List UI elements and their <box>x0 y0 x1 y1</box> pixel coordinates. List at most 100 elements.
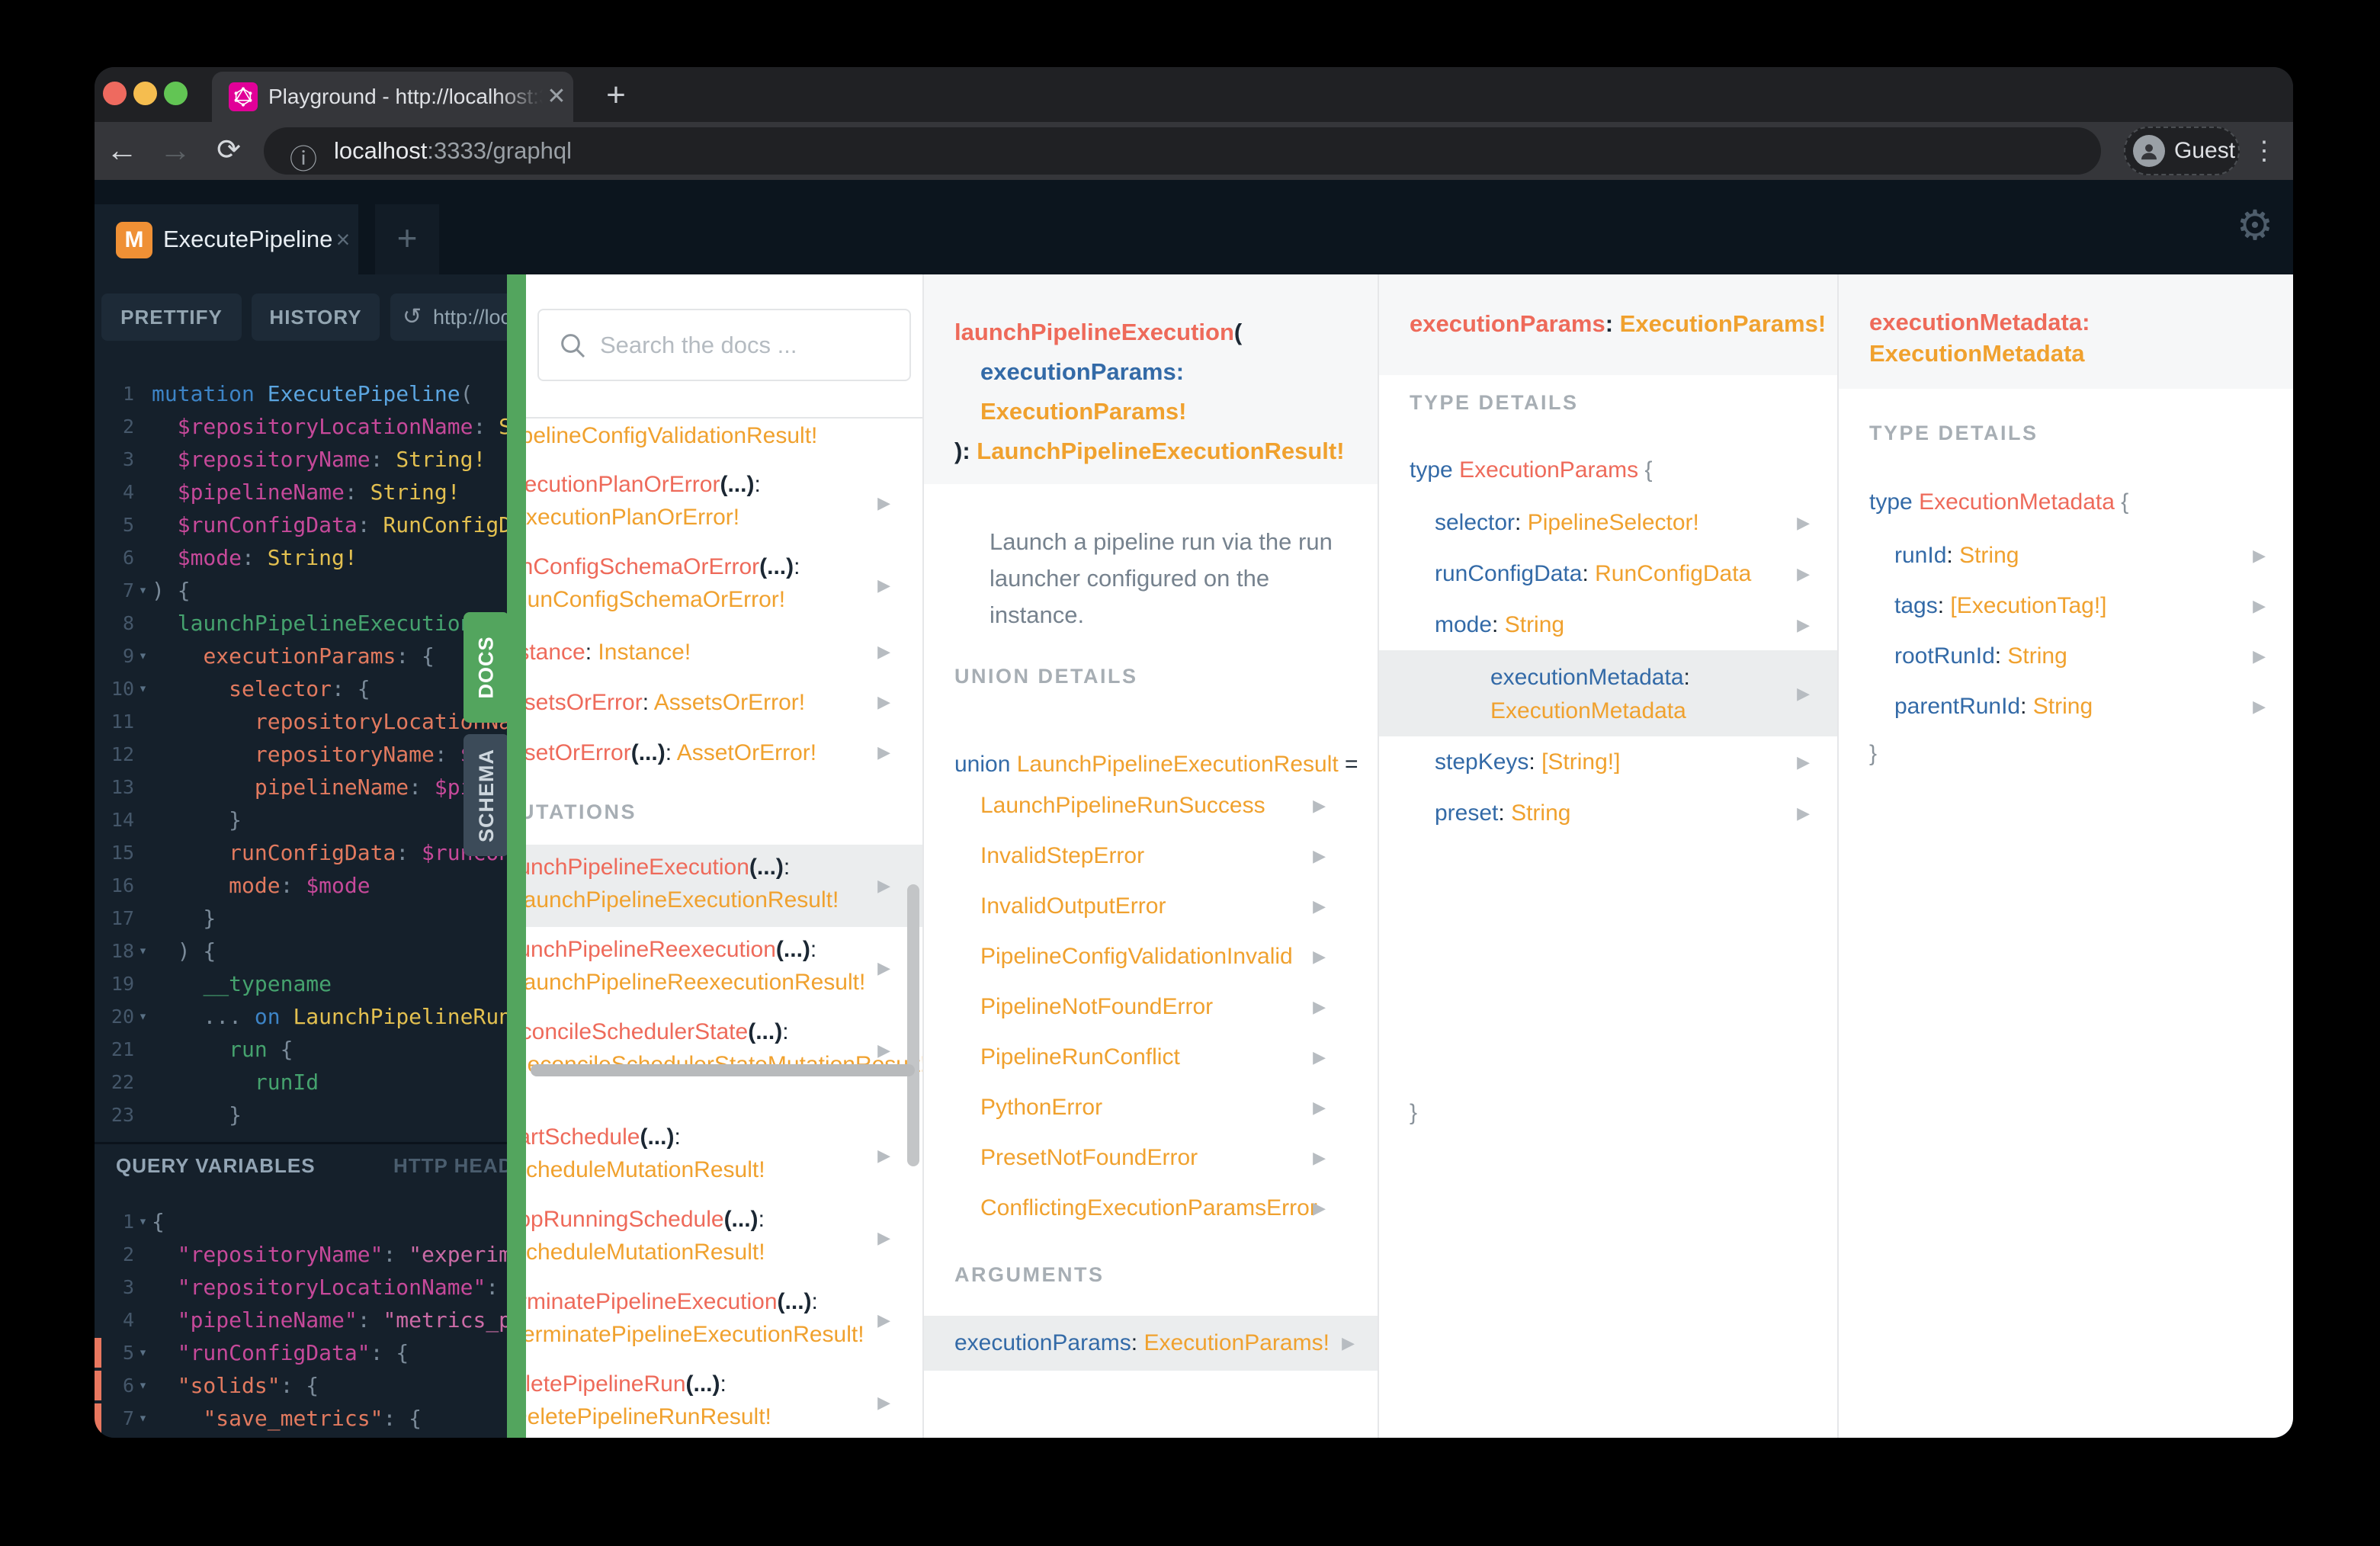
history-button[interactable]: HISTORY <box>252 293 380 341</box>
docs-field-runConfigData[interactable]: runConfigData: RunConfigData ▶ <box>1379 548 1837 599</box>
browser-tab[interactable]: Playground - http://localhost:3 ✕ <box>212 72 573 122</box>
docs-field-stepKeys[interactable]: stepKeys: [String!] ▶ <box>1379 736 1837 787</box>
code-line-20[interactable]: 20▾ ... on LaunchPipelineRunSuccess { <box>95 1000 507 1033</box>
query-editor[interactable]: 1 mutation ExecutePipeline(2 $repositoryL… <box>95 377 507 1131</box>
docs-item-launchPipelineReexecution[interactable]: launchPipelineReexecution(...): LaunchPip… <box>526 927 922 1009</box>
docs-horizontal-scrollbar[interactable] <box>531 1064 915 1076</box>
code-line-3[interactable]: 3 "repositoryLocationName": <box>95 1271 507 1304</box>
code-line-23[interactable]: 23 } <box>95 1099 507 1131</box>
minimize-window-button[interactable] <box>133 82 157 105</box>
reset-endpoint-icon[interactable]: ↺ <box>403 293 422 341</box>
docs-item-assetOrError[interactable]: assetOrError(...): AssetOrError!▶ <box>526 727 922 778</box>
address-bar[interactable]: ⓘ localhost:3333/graphql <box>264 127 2101 175</box>
tab-http-headers[interactable]: HTTP HEADERS <box>393 1149 507 1182</box>
browser-toolbar: ← → ⟳ ⓘ localhost:3333/graphql Guest ⋮ <box>95 122 2293 180</box>
docs-item-deletePipelineRun[interactable]: deletePipelineRun(...):DeletePipelineRun… <box>526 1362 922 1438</box>
code-line-5[interactable]: 5 $runConfigData: RunConfigData! <box>95 508 507 541</box>
docs-field-tags[interactable]: tags: [ExecutionTag!] ▶ <box>1839 581 2293 631</box>
docs-item-startSchedule[interactable]: startSchedule(...):ScheduleMutationResul… <box>526 1115 922 1197</box>
code-line-2[interactable]: 2 "repositoryName": "experim <box>95 1238 507 1271</box>
code-line-1[interactable]: 1 ▾{ <box>95 1205 507 1238</box>
code-line-10[interactable]: 10 ▾ selector: { <box>95 672 507 705</box>
playground-tab-executepipeline[interactable]: M ExecutePipeline × <box>95 204 358 274</box>
code-line-4[interactable]: 4 "pipelineName": "metrics_p <box>95 1304 507 1336</box>
docs-field-runId[interactable]: runId: String ▶ <box>1839 531 2293 581</box>
code-line-15[interactable]: 15 runConfigData: $runConfigData <box>95 836 507 869</box>
code-line-6[interactable]: 6 ▾ "solids": { <box>95 1369 507 1402</box>
union-member-InvalidOutputError[interactable]: InvalidOutputError ▶ <box>980 881 1378 932</box>
union-member-PipelineNotFoundError[interactable]: PipelineNotFoundError ▶ <box>980 982 1378 1032</box>
docs-item[interactable]: PipelineConfigValidationResult! <box>526 415 922 462</box>
code-line-12[interactable]: 12 repositoryName: $repositoryName <box>95 738 507 771</box>
tab-schema[interactable]: SCHEMA <box>463 734 509 856</box>
docs-pane-root: Search the docs ... PipelineConfigValida… <box>526 274 922 1438</box>
tab-query-variables[interactable]: QUERY VARIABLES <box>116 1149 316 1182</box>
union-member-ConflictingExecutionParamsError[interactable]: ConflictingExecutionParamsError ▶ <box>980 1183 1378 1233</box>
code-line-22[interactable]: 22 runId <box>95 1066 507 1099</box>
union-member-PythonError[interactable]: PythonError ▶ <box>980 1083 1378 1133</box>
code-line-7[interactable]: 7 ▾ "save_metrics": { <box>95 1402 507 1435</box>
profile-button[interactable]: Guest <box>2124 127 2240 175</box>
docs-resize-handle[interactable] <box>507 274 526 1438</box>
code-line-18[interactable]: 18 ▾ ) { <box>95 935 507 967</box>
docs-search-input[interactable]: Search the docs ... <box>537 309 911 381</box>
new-playground-tab-button[interactable]: + <box>375 204 439 274</box>
union-member-InvalidStepError[interactable]: InvalidStepError ▶ <box>980 831 1378 881</box>
playground-tab-title: ExecutePipeline <box>163 226 333 252</box>
chevron-right-icon: ▶ <box>877 642 890 661</box>
docs-field-mode[interactable]: mode: String ▶ <box>1379 599 1837 650</box>
close-window-button[interactable] <box>103 82 127 105</box>
tab-docs[interactable]: DOCS <box>463 612 509 723</box>
docs-item-assetsOrError[interactable]: assetsOrError: AssetsOrError!▶ <box>526 677 922 727</box>
code-line-6[interactable]: 6 $mode: String! <box>95 541 507 574</box>
code-line-11[interactable]: 11 repositoryLocationName: $repositoryLo… <box>95 705 507 738</box>
code-line-2[interactable]: 2 $repositoryLocationName: String! <box>95 410 507 443</box>
code-line-7[interactable]: 7 ▾) { <box>95 574 507 607</box>
code-line-9[interactable]: 9 ▾ executionParams: { <box>95 640 507 672</box>
code-line-8[interactable]: 8 launchPipelineExecution( <box>95 607 507 640</box>
code-line-3[interactable]: 3 $repositoryName: String! <box>95 443 507 476</box>
docs-item-launchPipelineExecution[interactable]: launchPipelineExecution(...):LaunchPipel… <box>526 845 922 927</box>
docs-item-stopRunningSchedule[interactable]: stopRunningSchedule(...):ScheduleMutatio… <box>526 1197 922 1279</box>
back-button[interactable]: ← <box>102 131 142 171</box>
endpoint-input[interactable]: ↺ http://localhost:3333/graphql <box>390 293 507 341</box>
union-member-LaunchPipelineRunSuccess[interactable]: LaunchPipelineRunSuccess ▶ <box>980 781 1378 831</box>
code-line-21[interactable]: 21 run { <box>95 1033 507 1066</box>
code-line-5[interactable]: 5 ▾ "runConfigData": { <box>95 1336 507 1369</box>
variables-divider[interactable] <box>95 1142 507 1144</box>
code-line-14[interactable]: 14 } <box>95 803 507 836</box>
browser-menu-button[interactable]: ⋮ <box>2249 130 2279 172</box>
new-tab-button[interactable]: + <box>599 79 633 113</box>
prettify-button[interactable]: PRETTIFY <box>101 293 242 341</box>
zoom-window-button[interactable] <box>164 82 188 105</box>
code-line-13[interactable]: 13 pipelineName: $pipelineName <box>95 771 507 803</box>
chevron-right-icon: ▶ <box>1797 614 1810 634</box>
docs-item-reconcileSchedulerState[interactable]: reconcileSchedulerState(...):ReconcileSc… <box>526 1009 922 1092</box>
union-member-PipelineRunConflict[interactable]: PipelineRunConflict ▶ <box>980 1032 1378 1083</box>
docs-item-executionParams-arg[interactable]: executionParams: ExecutionParams! ▶ <box>924 1316 1378 1371</box>
union-member-PipelineConfigValidationInvalid[interactable]: PipelineConfigValidationInvalid ▶ <box>980 932 1378 982</box>
union-member-PresetNotFoundError[interactable]: PresetNotFoundError ▶ <box>980 1133 1378 1183</box>
forward-button[interactable]: → <box>156 131 195 171</box>
close-playground-tab-icon[interactable]: × <box>328 224 358 255</box>
docs-field-selector[interactable]: selector: PipelineSelector! ▶ <box>1379 497 1837 548</box>
docs-item-instance[interactable]: instance: Instance!▶ <box>526 627 922 677</box>
docs-field-executionMetadata[interactable]: executionMetadata: ExecutionMetadata ▶ <box>1379 650 1837 736</box>
docs-vertical-scrollbar[interactable] <box>907 884 919 1166</box>
reload-button[interactable]: ⟳ <box>209 131 249 171</box>
code-line-1[interactable]: 1 mutation ExecutePipeline( <box>95 377 507 410</box>
docs-field-parentRunId[interactable]: parentRunId: String ▶ <box>1839 682 2293 732</box>
docs-item-executionPlanOrError[interactable]: executionPlanOrError(...):ExecutionPlanO… <box>526 462 922 544</box>
docs-field-rootRunId[interactable]: rootRunId: String ▶ <box>1839 631 2293 682</box>
code-line-16[interactable]: 16 mode: $mode <box>95 869 507 902</box>
docs-item-terminatePipelineExecution[interactable]: terminatePipelineExecution(...): Terminat… <box>526 1279 922 1362</box>
docs-field-preset[interactable]: preset: String ▶ <box>1379 787 1837 839</box>
settings-gear-icon[interactable]: ⚙ <box>2231 201 2279 250</box>
site-info-icon[interactable]: ⓘ <box>290 137 317 177</box>
docs-item-runConfigSchemaOrError[interactable]: runConfigSchemaOrError(...): RunConfigSch… <box>526 544 922 627</box>
code-line-4[interactable]: 4 $pipelineName: String! <box>95 476 507 508</box>
code-line-19[interactable]: 19 __typename <box>95 967 507 1000</box>
code-line-17[interactable]: 17 } <box>95 902 507 935</box>
close-tab-icon[interactable]: ✕ <box>544 85 569 109</box>
query-variables-editor[interactable]: 1 ▾{2 "repositoryName": "experim 3 "reposi… <box>95 1205 507 1435</box>
